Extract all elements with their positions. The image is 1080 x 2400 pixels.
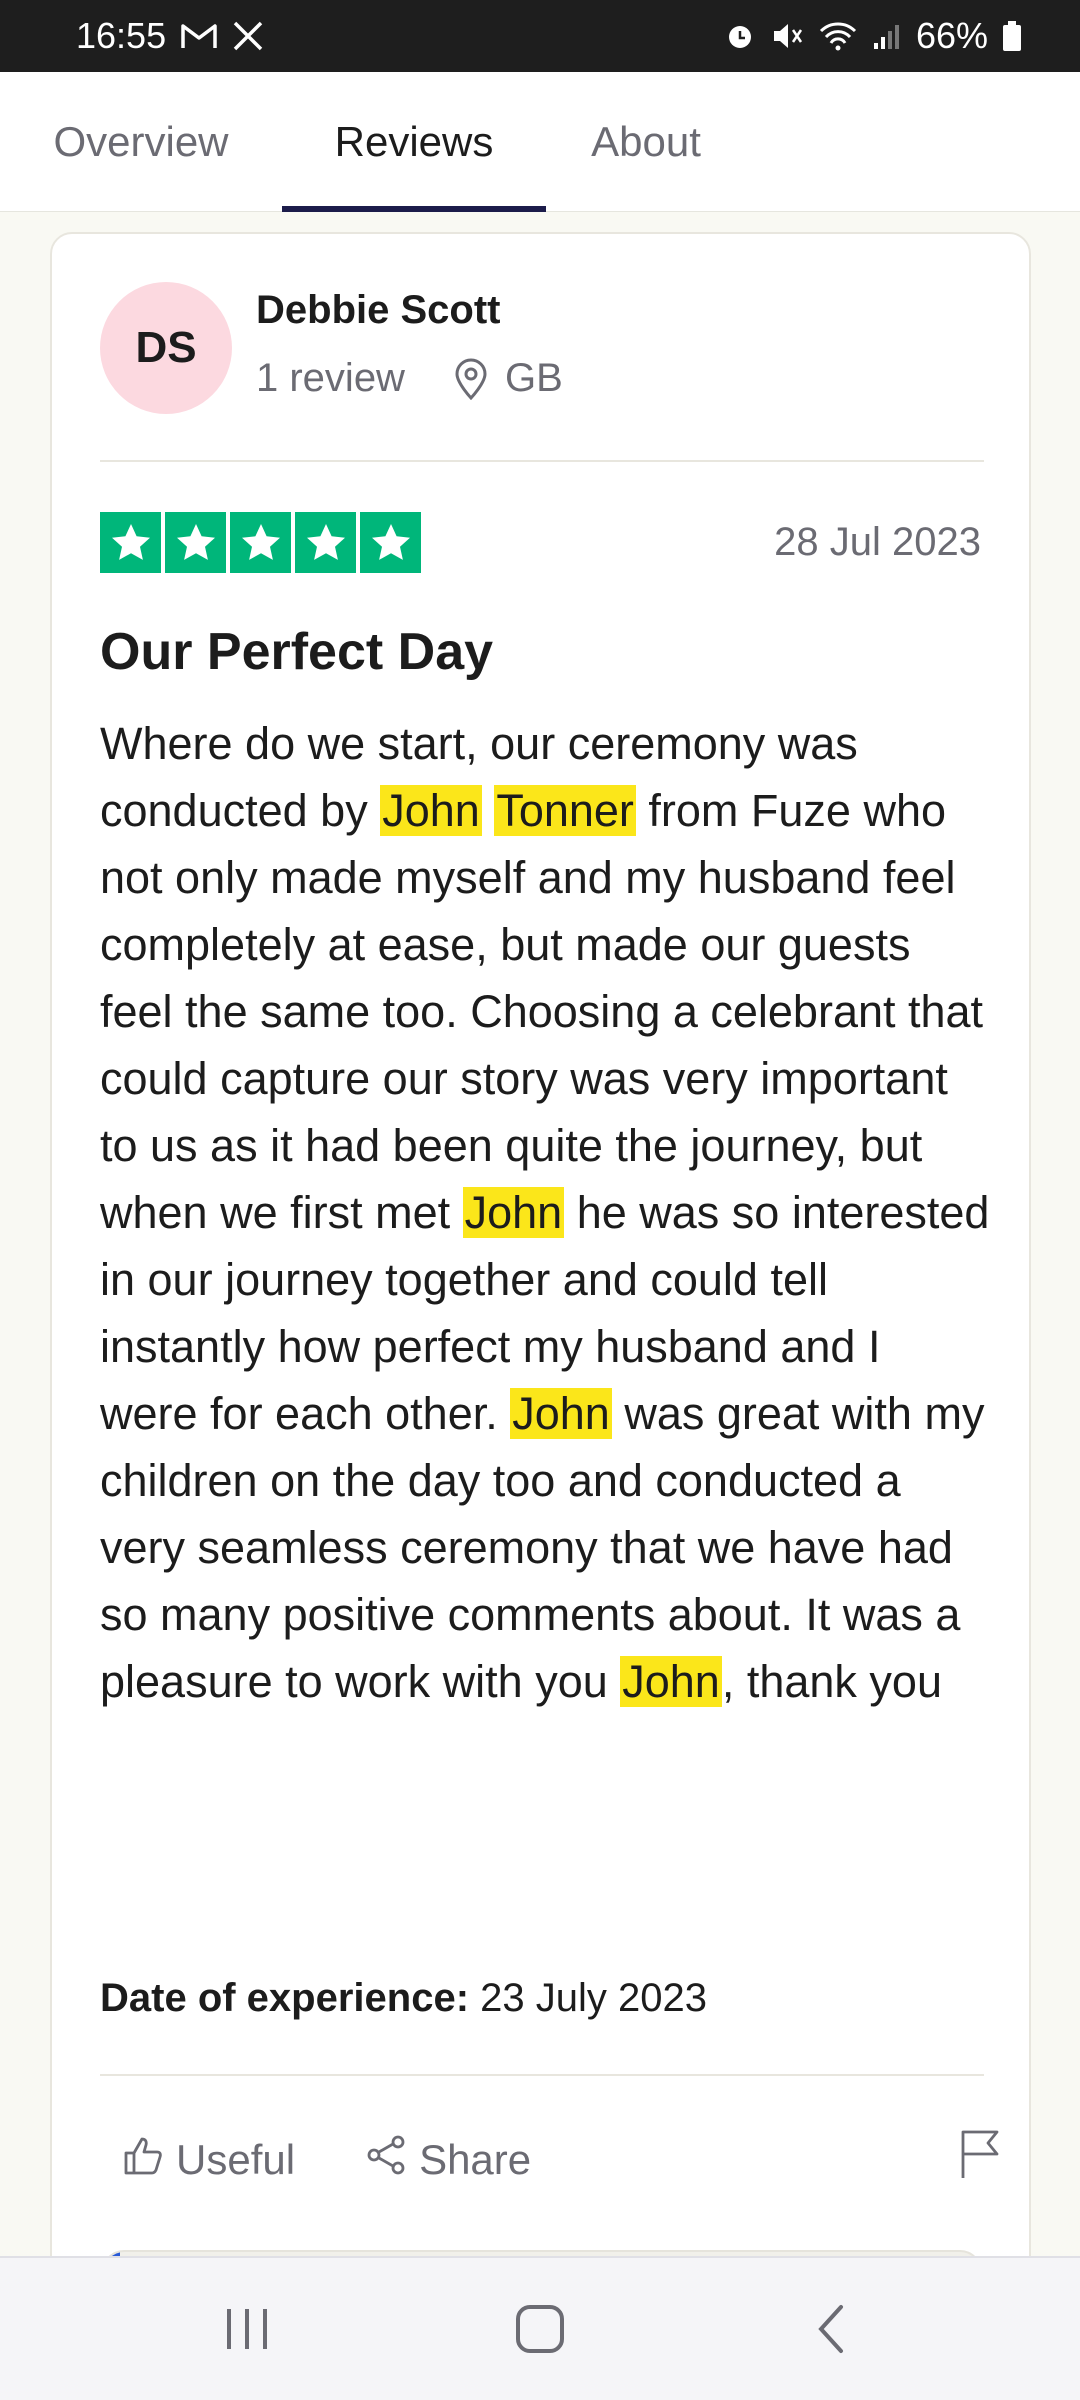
share-icon [365, 2133, 409, 2187]
status-left: 16:55 [76, 15, 264, 57]
useful-button[interactable]: Useful [122, 2133, 295, 2187]
experience-date: 23 July 2023 [480, 1976, 707, 2020]
star-icon [230, 512, 291, 573]
highlighted-term: John [462, 1187, 565, 1238]
star-icon [360, 512, 421, 573]
home-icon[interactable] [480, 2279, 600, 2379]
reviewer-name[interactable]: Debbie Scott [256, 288, 500, 333]
review-text: , thank you [721, 1656, 942, 1707]
review-title: Our Perfect Day [100, 623, 494, 681]
highlighted-term: John [380, 785, 482, 836]
review-card: DS Debbie Scott 1 review GB 28 Jul 2023 … [50, 232, 1031, 2294]
review-count: 1 review [256, 356, 405, 400]
tab-overview-label: Overview [53, 118, 229, 165]
system-nav-bar [0, 2256, 1080, 2400]
useful-label: Useful [176, 2136, 296, 2183]
divider [100, 2074, 984, 2076]
star-icon [295, 512, 356, 573]
status-bar: 16:55 66% [0, 0, 1080, 72]
divider [100, 460, 984, 462]
reviewer-country: GB [504, 356, 563, 400]
signal-icon [872, 16, 902, 56]
star-icon [165, 512, 226, 573]
tab-about[interactable]: About [546, 72, 746, 212]
x-icon [232, 16, 264, 56]
reviewer-meta: 1 review GB [256, 356, 563, 401]
thumbs-up-icon [122, 2133, 166, 2187]
tab-bar: Overview Reviews About [0, 72, 1080, 212]
star-rating [100, 512, 421, 573]
share-button[interactable]: Share [365, 2133, 531, 2187]
review-body: Where do we start, our ceremony was cond… [100, 710, 990, 1715]
location-pin-icon [453, 358, 489, 400]
tab-overview[interactable]: Overview [0, 72, 282, 212]
battery-icon [1002, 16, 1022, 56]
alarm-icon [724, 16, 756, 56]
review-text: from Fuze who not only made myself and m… [100, 785, 984, 1238]
battery-percent: 66% [915, 15, 988, 56]
status-right: 66% [724, 15, 1022, 57]
review-text [482, 785, 495, 836]
share-label: Share [419, 2136, 532, 2183]
back-icon[interactable] [773, 2279, 893, 2379]
reviewer-info[interactable]: DS Debbie Scott 1 review GB [100, 282, 980, 416]
wifi-icon [818, 16, 858, 56]
review-date: 28 Jul 2023 [774, 520, 981, 564]
review-actions: Useful Share [122, 2120, 1002, 2200]
star-icon [100, 512, 161, 573]
gmail-icon [180, 16, 218, 56]
mute-icon [770, 16, 804, 56]
recents-icon[interactable] [187, 2279, 307, 2379]
status-time: 16:55 [76, 15, 167, 56]
highlighted-term: Tonner [494, 785, 636, 836]
tab-about-label: About [591, 118, 701, 165]
avatar[interactable]: DS [100, 282, 232, 414]
experience-label: Date of experience: [100, 1976, 470, 2020]
highlighted-term: John [510, 1388, 612, 1439]
highlighted-term: John [620, 1656, 722, 1707]
report-flag-icon[interactable] [958, 2128, 1002, 2185]
tab-reviews[interactable]: Reviews [282, 72, 546, 212]
tab-reviews-label: Reviews [334, 118, 494, 165]
date-of-experience: Date of experience: 23 July 2023 [100, 1976, 707, 2021]
